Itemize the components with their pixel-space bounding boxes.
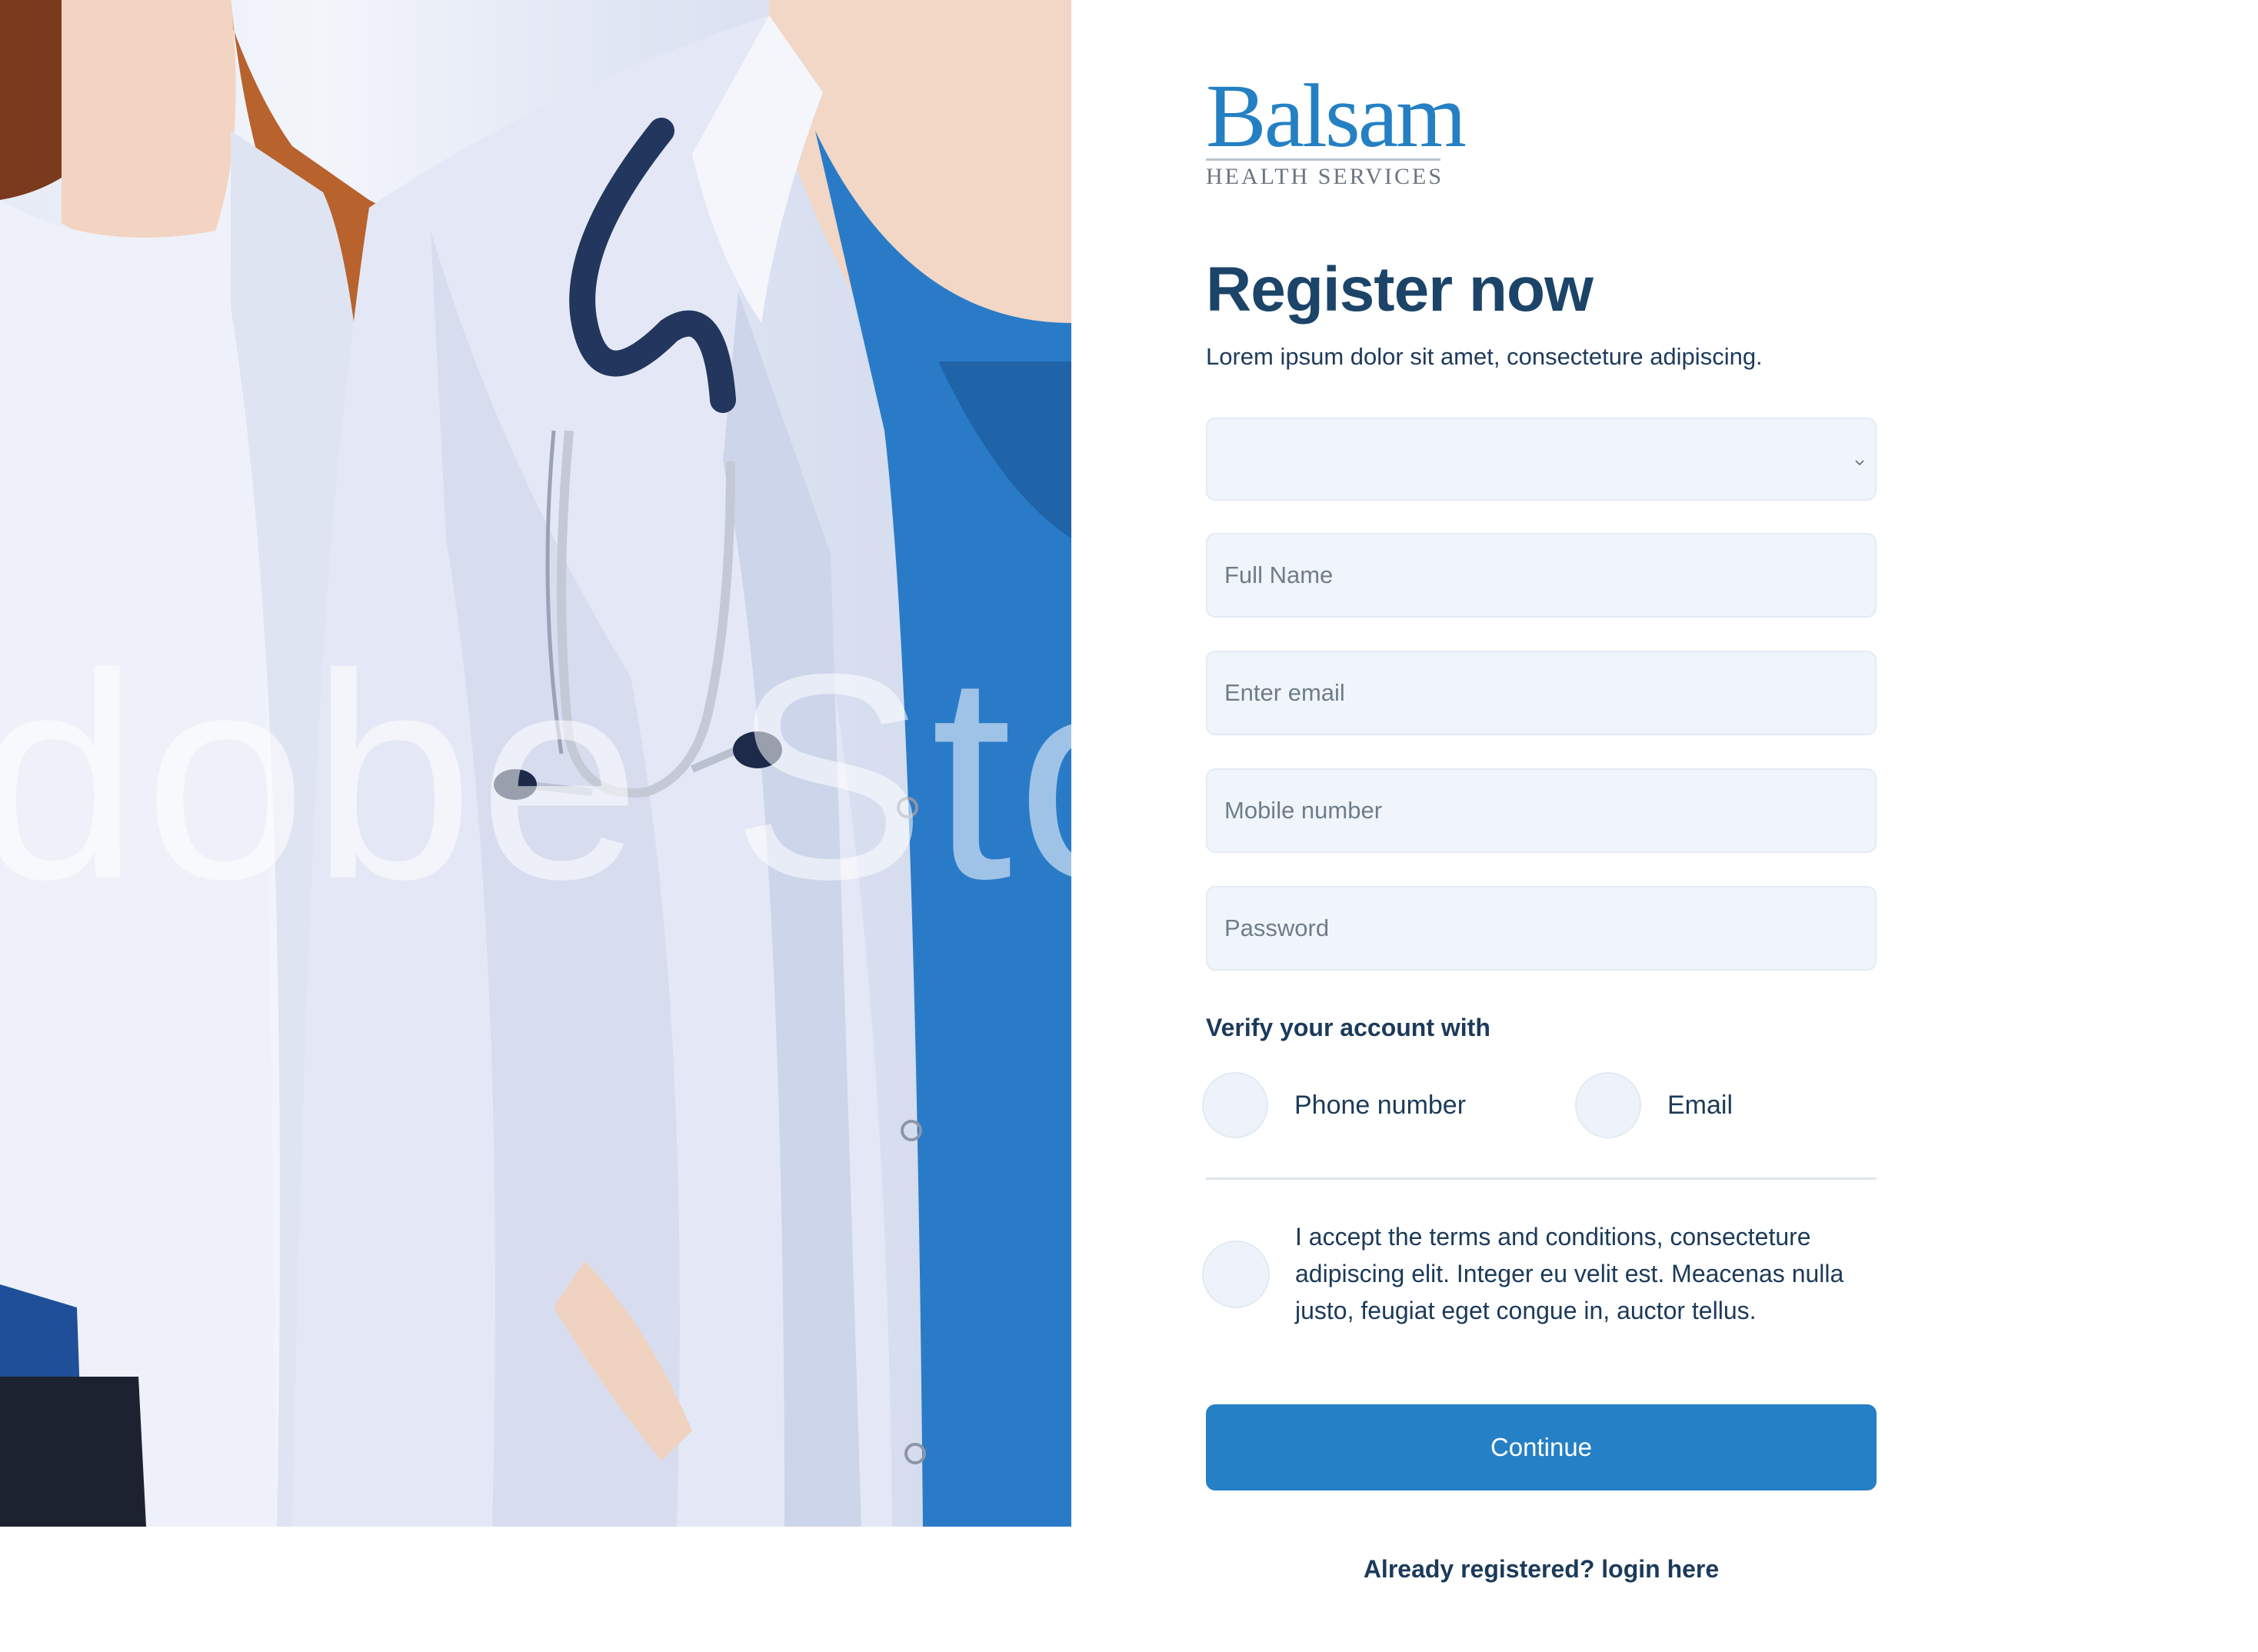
brand-logo: Balsam HEALTH SERVICES [1206,65,1467,190]
full-name-field-wrapper [1206,533,1877,618]
password-input[interactable] [1207,888,1875,969]
verify-email-radio[interactable] [1575,1072,1641,1138]
login-link[interactable]: Already registered? login here [1206,1555,1877,1584]
section-divider [1206,1177,1877,1180]
verify-email-label: Email [1667,1091,1733,1120]
email-field-wrapper [1206,651,1877,735]
verify-option-phone[interactable]: Phone number [1202,1072,1510,1141]
mobile-input[interactable] [1207,770,1875,851]
verify-label: Verify your account with [1206,1014,1490,1041]
full-name-input[interactable] [1207,535,1875,616]
logo-wordmark: Balsam [1206,65,1467,166]
chevron-down-icon [1855,460,1864,466]
select-value [1207,419,1875,499]
watermark-text: dobe Stoc [0,613,1071,940]
verify-phone-radio[interactable] [1202,1072,1268,1138]
logo-subtitle: HEALTH SERVICES [1206,164,1444,189]
page-title: Register now [1206,255,1594,325]
terms-text: I accept the terms and conditions, conse… [1295,1223,1844,1324]
hero-photo: dobe Stoc [0,0,1071,1527]
page-subtitle: Lorem ipsum dolor sit amet, consecteture… [1206,343,1763,370]
continue-button[interactable]: Continue [1206,1404,1877,1490]
mobile-field-wrapper [1206,768,1877,853]
verify-option-email[interactable]: Email [1575,1072,1806,1141]
terms-checkbox[interactable] [1202,1241,1270,1308]
verify-phone-label: Phone number [1294,1091,1467,1120]
email-input[interactable] [1207,652,1875,734]
password-field-wrapper [1206,886,1877,971]
account-type-select[interactable] [1206,418,1877,501]
